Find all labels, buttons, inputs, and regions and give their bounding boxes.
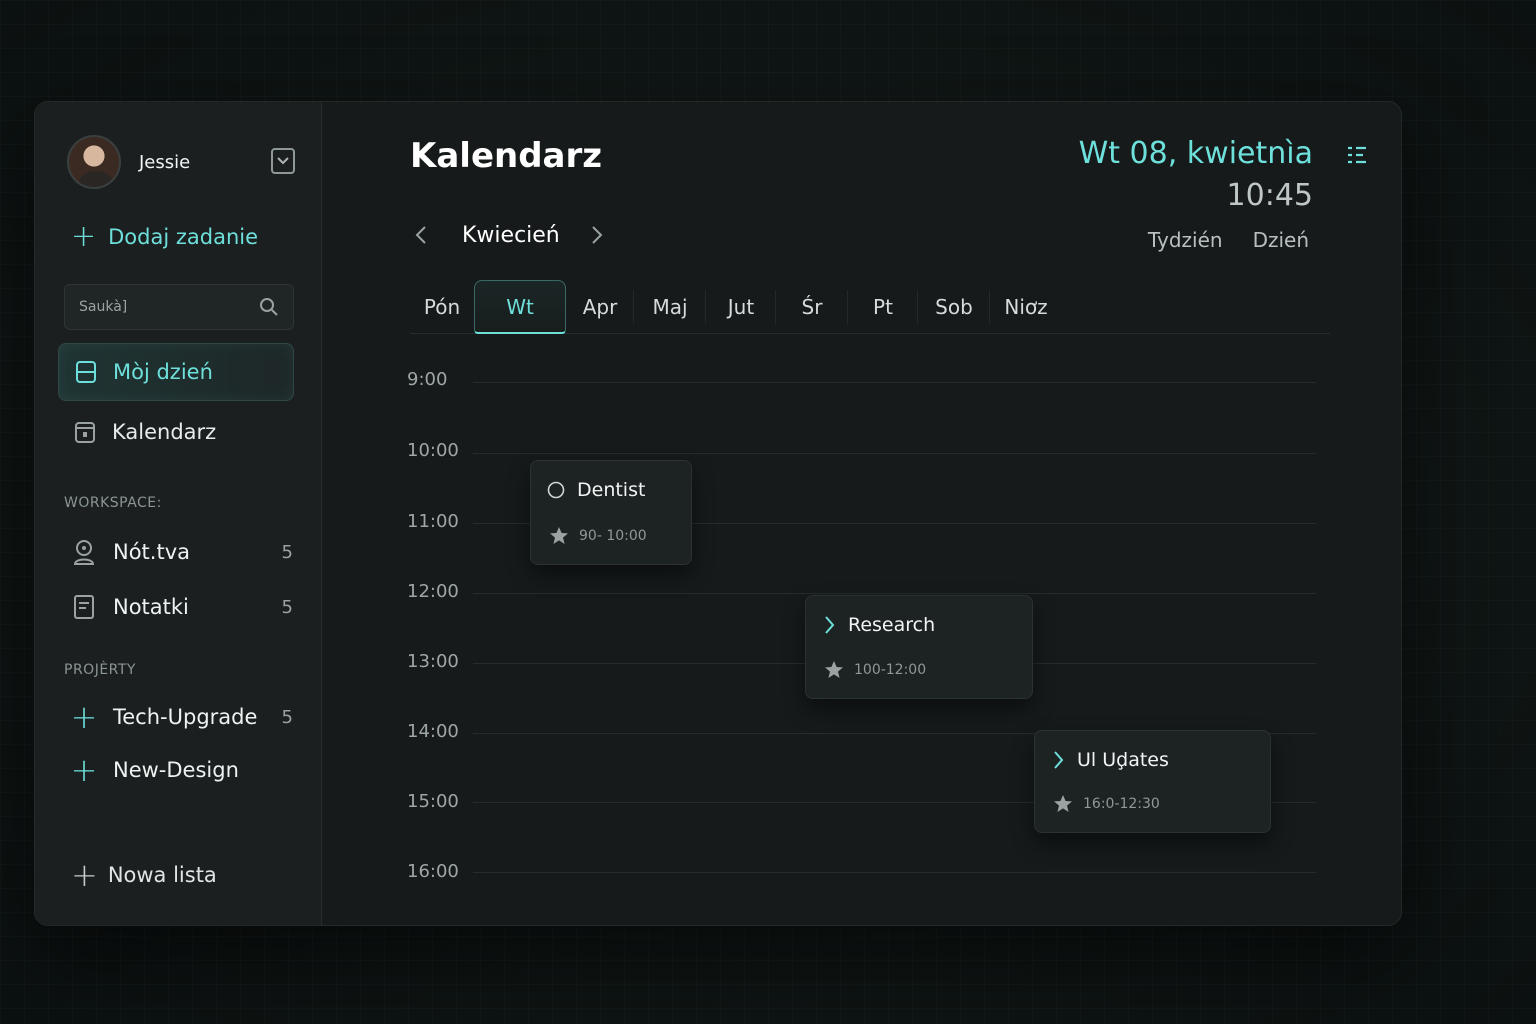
page-title: Kalendarz [410,136,603,176]
chevron-left-icon[interactable] [410,222,432,248]
calendar-icon [75,422,95,443]
add-task-label: Dodaj zadanie [108,225,259,249]
month-label: Kwiecień [462,222,560,248]
sidebar-item-label: Kalendarz [112,420,217,444]
event-time-label: 100-12:00 [854,662,927,678]
view-week-button[interactable]: Tydzién [1148,228,1223,252]
event-time-label: 90- 10:00 [579,528,647,544]
main-panel: Kalendarz Wt 08, kwietnìa 10:45 Kwiecień… [323,102,1401,925]
app-window: Jessie + Dodaj zadanie Mòj dzień Kalenda… [34,101,1402,926]
event-card-research[interactable]: Research 100-12:00 [805,595,1033,699]
list-label: Tech-Upgrade [113,705,258,729]
projects-section-title: PROJÈRTY [64,662,136,678]
chevron-right-icon[interactable] [586,222,608,248]
hour-label: 16:00 [407,861,459,882]
circle-icon[interactable] [547,481,565,499]
hour-gridline [473,593,1316,594]
star-icon [1054,795,1072,812]
list-label: Nót.tva [113,540,190,564]
hour-label: 13:00 [407,651,459,672]
day-tab[interactable]: Pón [410,280,474,334]
chevron-right-icon[interactable] [822,615,836,635]
day-tab[interactable]: Apr [566,280,634,334]
event-time: 100-12:00 [824,660,926,680]
day-tab[interactable]: Sob [918,280,990,334]
event-title: Research [848,614,936,636]
user-icon [71,538,97,566]
plus-icon: + [71,856,98,894]
count-badge: 5 [281,541,293,563]
day-tabs: Pón Wt Apr Maj Jut Śr Pt Sob Niơz [410,280,1330,334]
sidebar-item-tech-upgrade[interactable]: + Tech-Upgrade 5 [71,697,293,737]
hour-label: 11:00 [407,511,459,532]
event-time: 16:0-12:30 [1053,794,1160,814]
day-tab[interactable]: Pt [848,280,918,334]
plus-icon: + [71,219,97,254]
day-tab[interactable]: Niơz [990,280,1062,334]
list-label: Notatki [113,595,189,619]
star-icon [550,527,568,544]
plus-icon: + [70,751,98,789]
user-profile[interactable]: Jessie [67,134,295,190]
sidebar-item-label: Mòj dzień [113,360,213,384]
view-day-button[interactable]: Dzień [1253,228,1309,252]
avatar[interactable] [67,135,121,189]
event-title: Dentist [577,479,646,501]
note-icon [71,593,97,621]
event-header: Ul Uḑates [1051,749,1169,771]
chevron-right-icon[interactable] [1051,750,1065,770]
search-icon[interactable] [259,297,279,317]
count-badge: 5 [281,706,293,728]
sidebar-item-workspace[interactable]: Nót.tva 5 [71,532,293,572]
event-card-ui-updates[interactable]: Ul Uḑates 16:0-12:30 [1034,730,1271,833]
hour-gridline [473,872,1316,873]
sidebar-item-new-design[interactable]: + New-Design [71,750,293,790]
event-time: 90- 10:00 [549,526,647,546]
event-header: Dentist [547,479,645,501]
day-tab-active[interactable]: Wt [474,280,566,334]
sidebar: Jessie + Dodaj zadanie Mòj dzień Kalenda… [35,102,322,925]
event-time-label: 16:0-12:30 [1083,796,1160,812]
day-tab[interactable]: Maj [634,280,706,334]
hour-gridline [473,382,1316,383]
chevron-down-icon[interactable] [271,148,295,174]
add-task-button[interactable]: + Dodaj zadanie [71,222,258,252]
view-switch: Tydzién Dzień [1118,228,1309,252]
hour-label: 14:00 [407,721,459,742]
hour-label: 15:00 [407,791,459,812]
day-tab[interactable]: Śr [776,280,848,334]
new-list-label: Nowa lista [107,863,217,887]
count-badge: 5 [281,596,293,618]
sidebar-item-my-day[interactable]: Mòj dzień [58,343,294,401]
day-tab[interactable]: Jut [706,280,776,334]
current-time: 10:45 [1226,178,1313,213]
hour-gridline [473,453,1316,454]
menu-icon[interactable] [1346,144,1368,166]
workspace-section-title: WORKSPACE: [64,495,162,511]
event-title: Ul Uḑates [1077,749,1169,771]
month-navigation: Kwiecień [410,222,608,248]
search-box [64,284,294,330]
list-label: New-Design [113,758,239,782]
hour-label: 10:00 [407,440,459,461]
hour-label: 12:00 [407,581,459,602]
star-icon [825,661,843,678]
plus-icon: + [70,698,98,736]
event-card-dentist[interactable]: Dentist 90- 10:00 [530,460,692,565]
current-date: Wt 08, kwietnìa [1078,136,1313,171]
user-name: Jessie [139,151,191,173]
sidebar-item-calendar[interactable]: Kalendarz [58,403,294,461]
layout-icon [76,361,96,383]
sidebar-item-notes[interactable]: Notatki 5 [71,587,293,627]
hour-label: 9:00 [407,369,448,390]
new-list-button[interactable]: + Nowa lista [71,859,217,891]
search-input[interactable] [79,299,259,315]
event-header: Research [822,614,935,636]
